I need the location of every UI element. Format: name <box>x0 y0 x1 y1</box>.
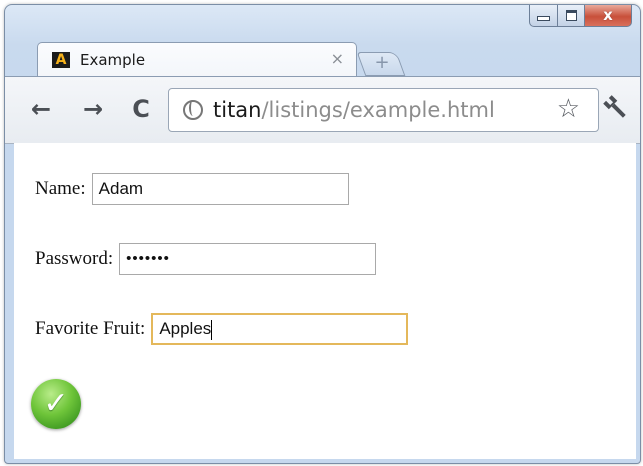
password-row: Password: ••••••• <box>35 243 377 275</box>
url-path: /listings/example.html <box>261 98 495 122</box>
fruit-row: Favorite Fruit: Apples <box>35 313 409 345</box>
url-text: titan/listings/example.html <box>213 98 495 122</box>
maximize-button[interactable] <box>558 5 585 27</box>
forward-button[interactable]: → <box>79 95 107 123</box>
tab-example[interactable]: A Example × <box>37 42 357 77</box>
new-tab-icon: + <box>374 52 390 73</box>
reload-button[interactable]: C <box>127 95 155 123</box>
name-label: Name: <box>35 178 86 199</box>
close-window-button[interactable]: x <box>585 5 632 27</box>
caption-buttons: x <box>529 5 632 27</box>
fruit-input[interactable]: Apples <box>151 313 409 345</box>
tab-title: Example <box>80 51 146 69</box>
browser-toolbar: ← → C titan/listings/example.html ☆ <box>5 76 640 144</box>
close-icon: x <box>603 6 613 24</box>
address-bar[interactable]: titan/listings/example.html ☆ <box>168 88 599 132</box>
password-input[interactable]: ••••••• <box>119 243 377 275</box>
url-host: titan <box>213 98 262 122</box>
wrench-icon <box>603 95 626 118</box>
name-input[interactable]: Adam <box>91 173 349 205</box>
checkmark-icon: ✓ <box>43 386 69 421</box>
browser-window: x A Example × + ← → C titan/listings/exa… <box>4 4 641 464</box>
password-label: Password: <box>35 248 114 269</box>
submit-button[interactable]: ✓ <box>31 379 81 429</box>
wrench-menu-icon[interactable] <box>599 91 637 129</box>
bookmark-star-icon[interactable]: ☆ <box>557 94 580 124</box>
fruit-label: Favorite Fruit: <box>35 318 146 339</box>
page-content: Name: Adam Password: ••••••• Favorite Fr… <box>14 143 636 459</box>
back-button[interactable]: ← <box>27 95 55 123</box>
name-row: Name: Adam <box>35 173 349 205</box>
fruit-value: Apples <box>159 319 212 338</box>
favicon-icon: A <box>52 52 70 68</box>
minimize-icon <box>537 16 550 21</box>
maximize-icon <box>565 10 577 21</box>
tab-close-button[interactable]: × <box>331 49 344 68</box>
text-caret <box>211 319 213 340</box>
page-info-icon[interactable] <box>183 100 203 120</box>
minimize-button[interactable] <box>529 5 558 27</box>
